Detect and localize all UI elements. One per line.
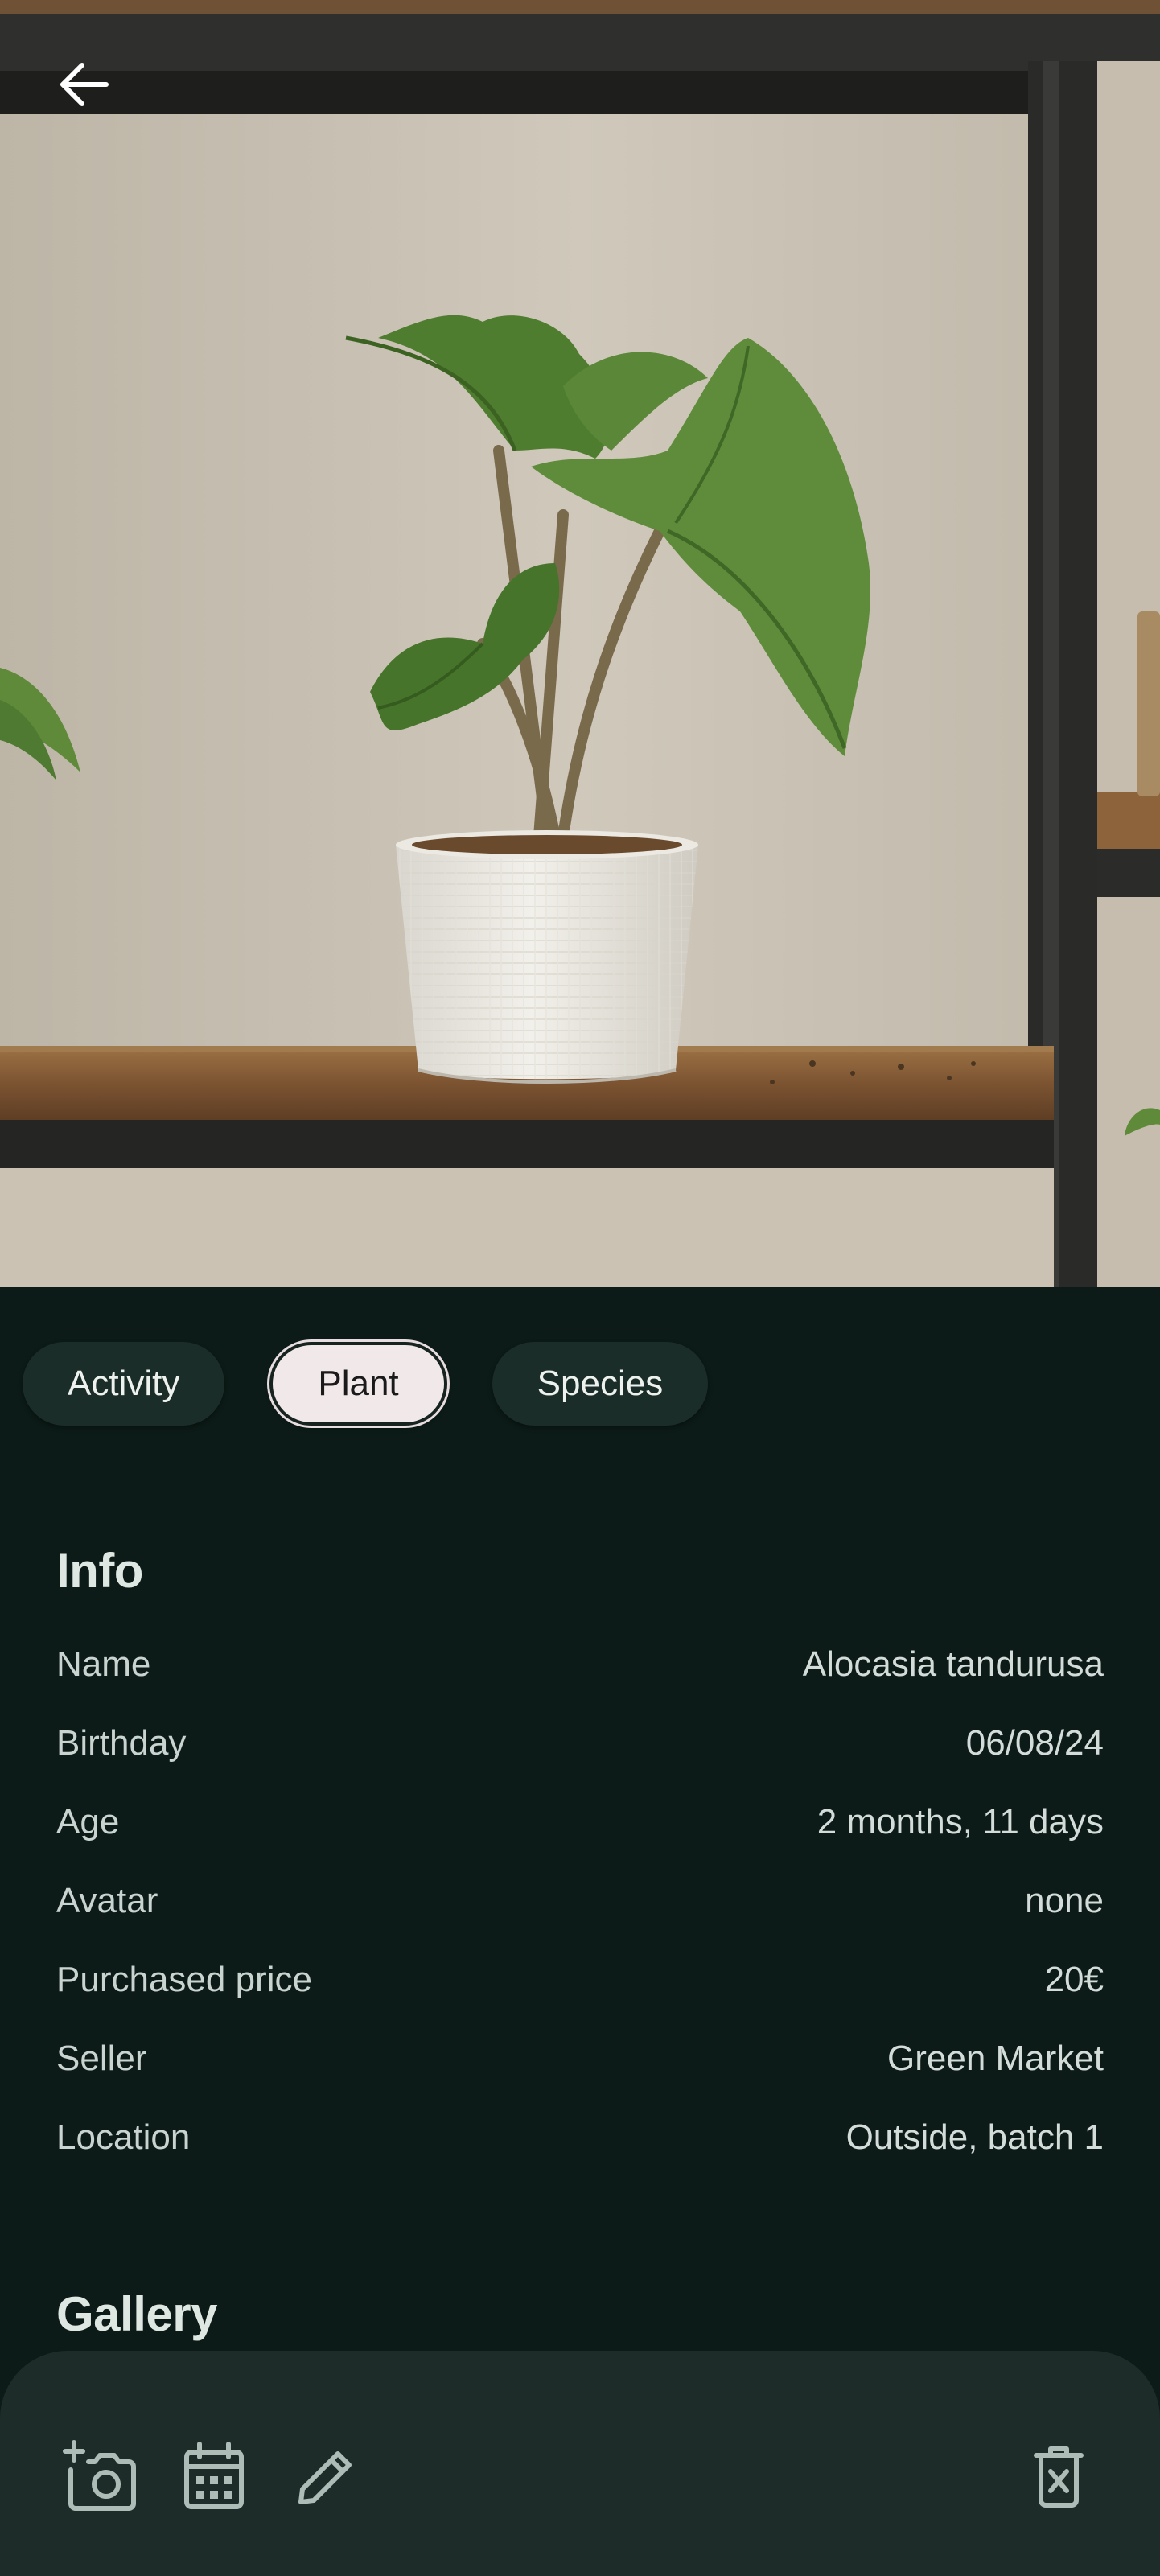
info-label: Avatar [56,1881,158,1920]
info-label: Seller [56,2039,147,2078]
info-label: Purchased price [56,1960,312,1999]
tab-species[interactable]: Species [492,1342,709,1426]
schedule-button[interactable] [174,2436,254,2516]
add-photo-button[interactable] [60,2436,140,2516]
info-list: Name Alocasia tandurusa Birthday 06/08/2… [56,1625,1104,2177]
edit-button[interactable] [286,2436,367,2516]
plant-photo [0,0,1160,1287]
edit-icon [298,2451,352,2504]
tab-bar: Activity Plant Species [23,1339,709,1429]
info-value: Green Market [887,2039,1104,2078]
tab-label: Activity [68,1364,180,1403]
gallery-section-title: Gallery [56,2287,217,2341]
info-row-name: Name Alocasia tandurusa [56,1625,1104,1704]
back-button[interactable] [42,50,125,119]
info-label: Birthday [56,1723,187,1763]
info-section-title: Info [56,1544,143,1598]
info-value: none [1025,1881,1104,1920]
tab-plant[interactable]: Plant [267,1339,450,1428]
info-value: 20€ [1044,1960,1104,1999]
info-value: 2 months, 11 days [817,1802,1104,1841]
delete-button[interactable] [1018,2436,1099,2516]
info-label: Location [56,2117,191,2157]
info-value: 06/08/24 [965,1723,1104,1763]
calendar-icon [184,2442,244,2509]
info-row-seller: Seller Green Market [56,2019,1104,2098]
add-photo-icon [63,2440,136,2511]
delete-icon [1034,2446,1084,2508]
plant-detail-screen: Activity Plant Species Info Name Alocasi… [0,0,1160,2576]
info-row-purchased-price: Purchased price 20€ [56,1940,1104,2019]
info-value: Outside, batch 1 [845,2117,1104,2157]
tab-activity[interactable]: Activity [23,1342,225,1426]
info-row-avatar: Avatar none [56,1862,1104,1940]
tab-label: Species [537,1364,664,1403]
info-row-location: Location Outside, batch 1 [56,2098,1104,2177]
info-row-age: Age 2 months, 11 days [56,1783,1104,1862]
plant-photo-illustration [0,0,1160,1287]
bottom-action-bar [0,2351,1160,2576]
arrow-back-icon [60,63,109,106]
info-label: Age [56,1802,120,1841]
tab-label: Plant [318,1364,399,1403]
info-row-birthday: Birthday 06/08/24 [56,1704,1104,1783]
info-value: Alocasia tandurusa [802,1644,1104,1684]
info-label: Name [56,1644,151,1684]
